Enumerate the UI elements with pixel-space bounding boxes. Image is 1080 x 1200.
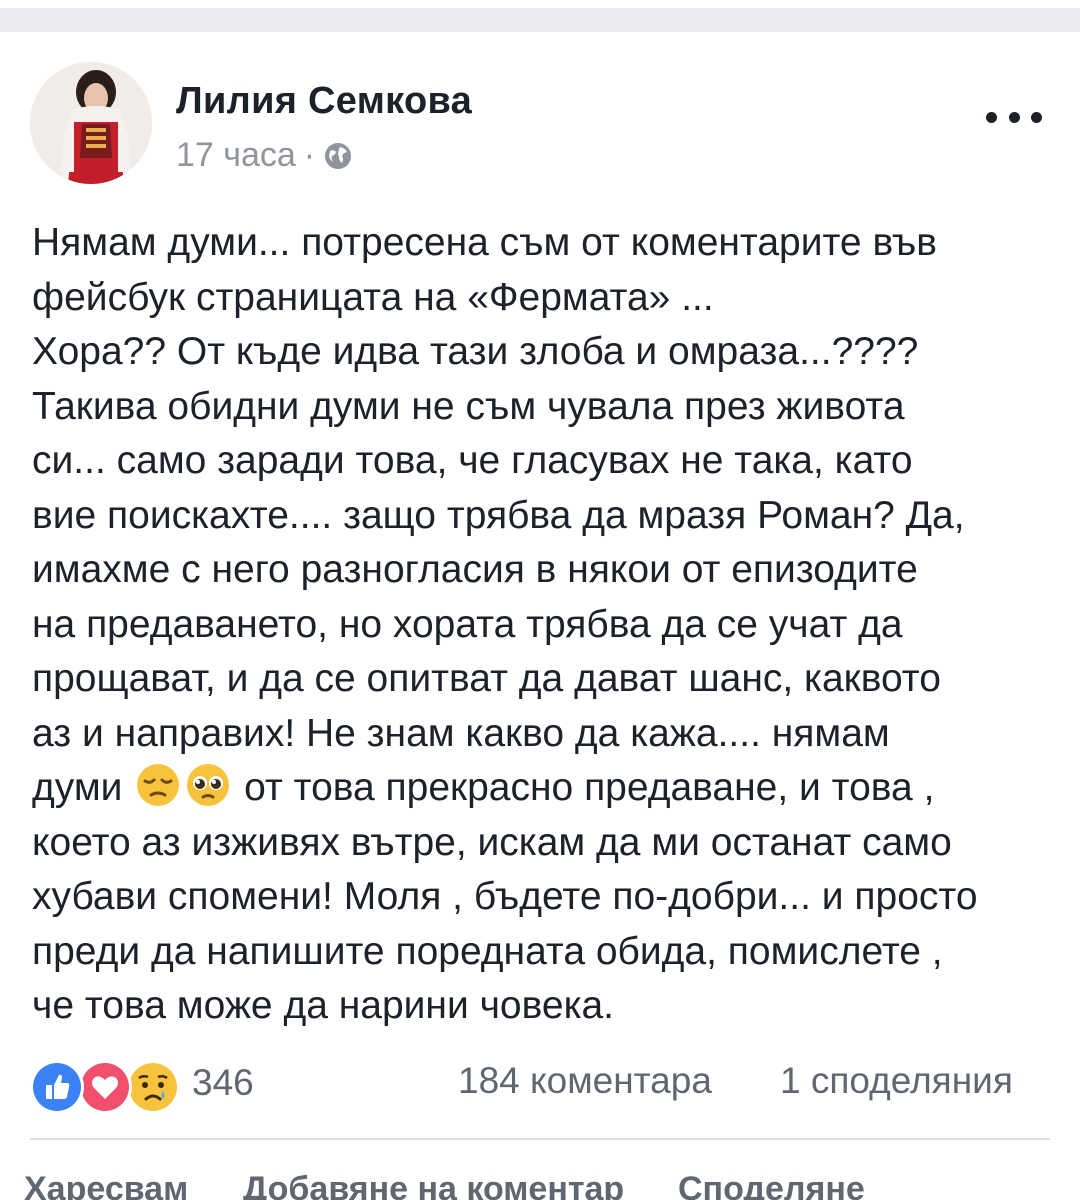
post-text-segment: от това прекрасно предаване, и това , [244, 766, 935, 809]
post-line: фейсбук страницата на «Фермата» ... [32, 275, 714, 319]
more-dot [1031, 111, 1042, 123]
post-line: преди да напишите поредната обида, помис… [32, 929, 943, 973]
post-meta: 17 часа · [176, 136, 353, 175]
sad-reaction-icon [126, 1060, 180, 1114]
like-reaction-icon [30, 1060, 84, 1114]
comment-button[interactable]: Добавяне на коментар [243, 1170, 624, 1200]
meta-separator: · [303, 136, 316, 174]
post-line: имахме с него разногласия в някои от епи… [32, 548, 918, 591]
comments-count[interactable]: 184 коментара [458, 1060, 712, 1102]
like-button[interactable]: Харесвам [24, 1170, 188, 1200]
post-line: прощават, и да се опитват да дават шанс,… [32, 657, 941, 700]
pleading-face-emoji [185, 762, 231, 808]
feed-separator [0, 8, 1080, 32]
facebook-post-screen: Лилия Семкова 17 часа · Нямам думи... по… [0, 0, 1080, 1200]
reactions-summary[interactable] [30, 1060, 180, 1114]
author-name[interactable]: Лилия Семкова [176, 80, 472, 123]
post-line: си... само заради това, че гласувах не т… [32, 439, 913, 482]
shares-count[interactable]: 1 споделяния [780, 1060, 1013, 1102]
share-button[interactable]: Споделяне [678, 1170, 865, 1200]
post-line-with-emojis: думи от това прекрасно предаване, и това… [32, 761, 1062, 816]
pensive-face-emoji [135, 762, 181, 808]
reactions-count[interactable]: 346 [192, 1062, 254, 1104]
post-line: което аз изживях вътре, искам да ми оста… [32, 820, 952, 864]
more-dot [1008, 111, 1020, 123]
post-stats: 346 184 коментара 1 споделяния [0, 1050, 1080, 1120]
post-line: че това може да нарини човека. [32, 984, 615, 1027]
more-dot [986, 111, 997, 123]
post-line: Нямам думи... потресена съм от коментари… [32, 221, 937, 264]
post-line: на предаването, но хората трябва да се у… [32, 602, 903, 646]
post-line: хубави спомени! Моля , бъдете по-добри..… [32, 875, 978, 918]
globe-icon [323, 141, 353, 171]
post-line: вие поискахте.... защо трябва да мразя Р… [32, 493, 965, 537]
stats-divider [30, 1138, 1050, 1140]
post-actions: Харесвам Добавяне на коментар Споделяне [0, 1170, 1080, 1200]
post-line: Такива обидни думи не съм чувала през жи… [32, 384, 905, 428]
top-spacing [0, 0, 1080, 8]
post-line: Хора?? От къде идва тази злоба и омраза.… [32, 330, 919, 373]
post-timestamp[interactable]: 17 часа [176, 136, 296, 175]
more-options-icon[interactable] [986, 102, 1042, 132]
avatar-photo [30, 62, 152, 184]
author-avatar[interactable] [30, 62, 152, 184]
post-line: аз и направих! Не знам какво да кажа....… [32, 711, 890, 755]
love-reaction-icon [78, 1060, 132, 1114]
post-header: Лилия Семкова 17 часа · [0, 32, 1080, 202]
post-text-segment: думи [32, 766, 123, 809]
post-body: Нямам думи... потресена съм от коментари… [32, 216, 1062, 1034]
